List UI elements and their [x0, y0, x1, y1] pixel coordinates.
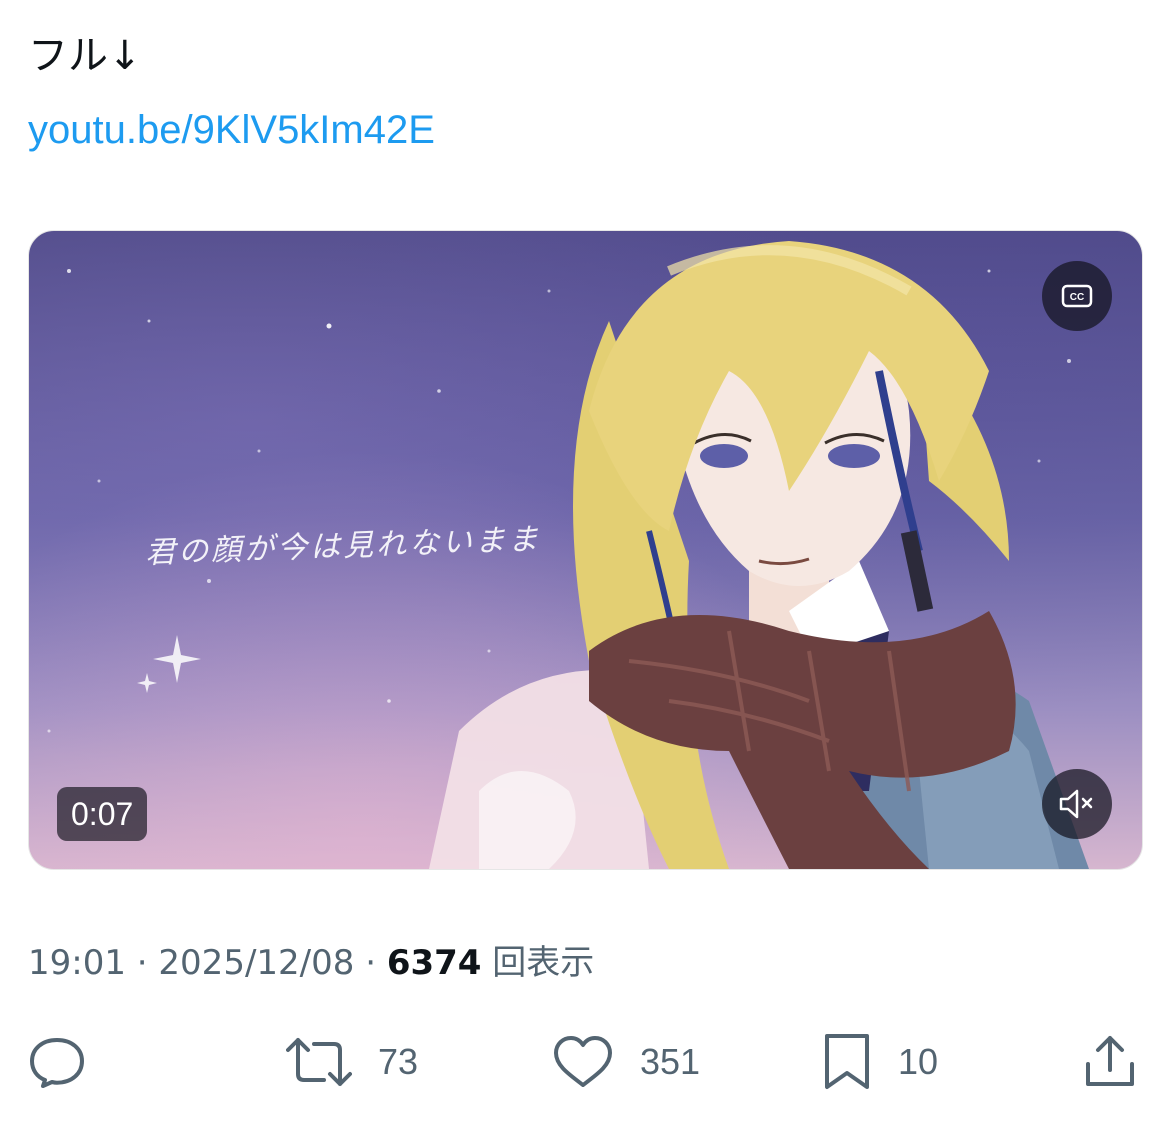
bookmark-icon: [825, 1034, 869, 1089]
closed-captions-button[interactable]: CC: [1042, 261, 1112, 331]
tweet-time[interactable]: 19:01: [28, 943, 126, 983]
tweet-text: フル↓: [28, 33, 142, 79]
youtube-link[interactable]: youtu.be/9KlV5kIm42E: [28, 104, 435, 156]
tweet-date[interactable]: 2025/12/08: [158, 943, 354, 983]
video-time-badge: 0:07: [57, 787, 148, 841]
retweet-icon: [286, 1038, 352, 1086]
like-button[interactable]: 351: [552, 1030, 700, 1094]
video-player[interactable]: 君の顔が今は見れないまま CC 0:07: [28, 230, 1143, 870]
like-count: 351: [640, 1041, 701, 1082]
reply-button[interactable]: [28, 1030, 86, 1094]
reply-icon: [30, 1038, 84, 1088]
meta-separator: ·: [354, 943, 387, 983]
mute-button[interactable]: [1042, 769, 1112, 839]
cc-icon-label: CC: [1070, 292, 1084, 303]
views-label: 回表示: [492, 943, 595, 983]
retweet-button[interactable]: 73: [286, 1030, 418, 1094]
muted-speaker-icon: [1059, 789, 1093, 819]
closed-captions-icon: CC: [1061, 284, 1093, 308]
meta-separator: ·: [125, 943, 159, 983]
views-count: 6374: [386, 943, 482, 983]
share-button[interactable]: [1082, 1030, 1138, 1094]
tweet-meta: 19:01 · 2025/12/08 · 6374 回表示: [28, 938, 594, 988]
heart-icon: [554, 1036, 612, 1087]
bookmark-button[interactable]: 10: [822, 1030, 938, 1094]
share-icon: [1086, 1036, 1134, 1086]
tweet-actions-bar: 73 351 10: [0, 1030, 1169, 1094]
retweet-count: 73: [378, 1041, 419, 1082]
bookmark-count: 10: [898, 1041, 939, 1082]
